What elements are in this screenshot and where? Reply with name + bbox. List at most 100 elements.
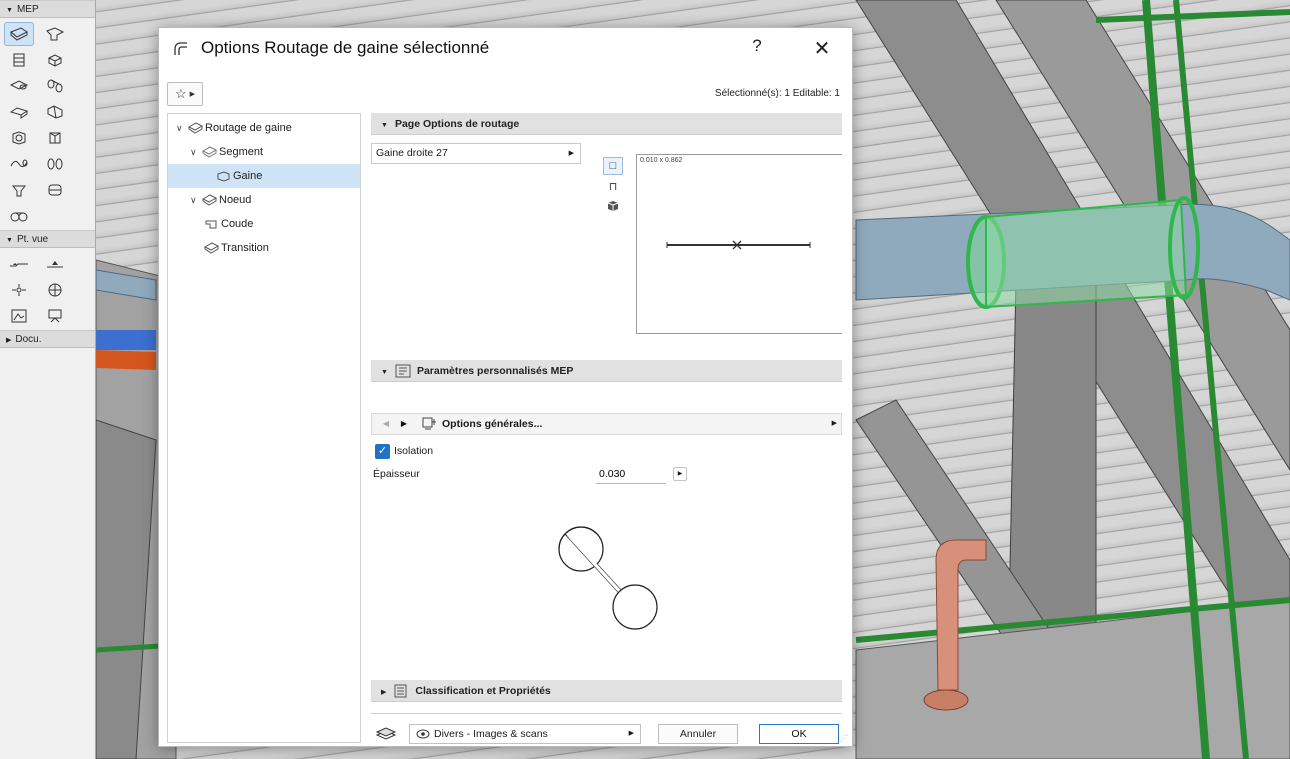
mep-parameters-icon <box>395 364 411 378</box>
ok-button[interactable]: OK <box>759 724 839 744</box>
toolbox-section-viewpoint[interactable]: ▼ Pt. vue <box>0 230 95 248</box>
dialog-title: Options Routage de gaine sélectionné <box>201 38 490 57</box>
worksheet-icon[interactable] <box>40 278 70 302</box>
toolbox-section-label: MEP <box>16 4 39 15</box>
tree-item-coude[interactable]: Coude <box>168 212 360 236</box>
isolation-label: Isolation <box>394 445 434 457</box>
eye-icon <box>416 729 430 739</box>
toolbox-section-documentation[interactable]: ▶ Docu. <box>0 330 95 348</box>
thickness-label: Épaisseur <box>373 468 420 480</box>
previous-page-button[interactable]: ◀ <box>378 416 394 432</box>
isolation-checkbox[interactable]: ✓ <box>375 443 390 459</box>
toolbox-section-mep[interactable]: ▼ MEP <box>0 0 95 18</box>
dialog-titlebar[interactable]: Options Routage de gaine sélectionné ? ✕ <box>159 28 852 70</box>
elbow-icon <box>204 212 221 236</box>
duct-segment-icon[interactable] <box>4 22 34 46</box>
tank-icon[interactable] <box>40 178 70 202</box>
footer-divider <box>371 713 842 714</box>
duct-icon <box>216 164 233 188</box>
pipe-bend-icon[interactable] <box>40 74 70 98</box>
chevron-right-icon: ▶ <box>189 91 196 98</box>
section-classification[interactable]: ▶ Classification et Propriétés <box>371 680 842 702</box>
layer-value: Divers - Images & scans <box>434 728 548 740</box>
view-tools-grid <box>0 248 95 330</box>
page-select[interactable]: Options générales... <box>422 415 542 433</box>
segment-icon <box>201 140 219 164</box>
layer-icon <box>375 727 397 740</box>
classification-icon <box>394 684 407 698</box>
tree-item-label: Gaine <box>233 170 263 182</box>
duct-terminal-icon[interactable] <box>4 48 34 72</box>
resize-grip[interactable]: ⋰ <box>840 734 850 744</box>
options-page-icon <box>422 417 436 430</box>
tree-item-duct-routing[interactable]: ∨ Routage de gaine <box>168 116 360 140</box>
interior-elevation-icon[interactable] <box>4 278 34 302</box>
chevron-down-icon: ∨ <box>176 123 183 133</box>
tree-item-label: Noeud <box>219 194 252 206</box>
selection-info: Sélectionné(s): 1 Editable: 1 <box>714 88 840 99</box>
chevron-down-icon: ∨ <box>190 195 197 205</box>
tree-item-gaine[interactable]: Gaine <box>168 164 360 188</box>
tree-item-transition[interactable]: Transition <box>168 236 360 260</box>
layer-select[interactable]: Divers - Images & scans ▶ <box>409 724 641 744</box>
chevron-right-icon: ▶ <box>628 730 634 737</box>
toolbox-palette: ▼ MEP ▼ Pt. vue ▶ Docu. <box>0 0 96 759</box>
close-button[interactable]: ✕ <box>811 36 833 60</box>
settings-tree: ∨ Routage de gaine ∨ Segment Gaine ∨ Noeud … <box>167 113 361 743</box>
elevation-icon[interactable] <box>40 252 70 276</box>
section-mep-parameters[interactable]: ▼ Paramètres personnalisés MEP <box>371 360 842 382</box>
section-routing-options[interactable]: ▼ Page Options de routage <box>371 113 842 135</box>
tree-item-segment[interactable]: ∨ Segment <box>168 140 360 164</box>
next-page-button[interactable]: ▶ <box>396 416 412 432</box>
fitting-icon[interactable] <box>40 126 70 150</box>
duct-fitting-icon[interactable] <box>40 48 70 72</box>
star-icon: ☆ <box>174 86 187 101</box>
plan-view-button[interactable]: □ <box>603 157 623 175</box>
valve-icon[interactable] <box>4 178 34 202</box>
section-view-button[interactable]: ⊓ <box>603 177 623 195</box>
page-navigator: ◀ ▶ Options générales... ▶ <box>371 413 842 435</box>
duct-bend-icon[interactable] <box>40 22 70 46</box>
isolation-row[interactable]: ✓ Isolation <box>375 442 433 460</box>
profile-select[interactable]: Gaine droite 27 ▶ <box>371 143 581 164</box>
duct-transition-icon[interactable] <box>40 100 70 124</box>
settings-dialog: Options Routage de gaine sélectionné ? ✕… <box>158 27 853 747</box>
page-label: Options générales... <box>442 418 543 430</box>
routing-icon[interactable] <box>4 204 34 228</box>
chevron-right-icon: ▶ <box>568 150 574 157</box>
settings-pane: ▼ Page Options de routage Gaine droite 27… <box>371 113 842 744</box>
favorites-button[interactable]: ☆ ▶ <box>167 82 203 106</box>
collapse-triangle-icon: ▼ <box>381 369 388 376</box>
detail-icon[interactable] <box>4 304 34 328</box>
tree-item-label: Routage de gaine <box>205 122 292 134</box>
chevron-right-icon[interactable]: ▶ <box>832 415 837 433</box>
mep-tools-grid <box>0 18 95 230</box>
insulation-preview-image <box>558 526 658 630</box>
section-icon[interactable] <box>4 252 34 276</box>
tree-item-label: Segment <box>219 146 264 158</box>
pipe-flexible-icon[interactable] <box>4 152 34 176</box>
help-button[interactable]: ? <box>747 36 767 60</box>
tree-item-label: Coude <box>221 218 254 230</box>
chevron-down-icon: ∨ <box>190 147 197 157</box>
section-title: Page Options de routage <box>394 118 520 130</box>
tree-item-label: Transition <box>221 242 269 254</box>
section-title: Paramètres personnalisés MEP <box>416 365 574 377</box>
profile-value: Gaine droite 27 <box>376 147 448 159</box>
section-shape-icon: ⊓ <box>608 180 618 193</box>
3d-view-button[interactable] <box>603 197 623 215</box>
duct-routing-icon <box>187 116 205 140</box>
collapse-triangle-icon: ▼ <box>381 122 388 129</box>
tree-item-noeud[interactable]: ∨ Noeud <box>168 188 360 212</box>
preview-drawing <box>666 240 811 250</box>
thickness-input[interactable] <box>596 465 666 484</box>
equipment-icon[interactable] <box>4 126 34 150</box>
pipe-transition-icon[interactable] <box>40 152 70 176</box>
pipe-segment-icon[interactable] <box>4 74 34 98</box>
section-title: Classification et Propriétés <box>415 685 551 697</box>
toolbox-section-label: Pt. vue <box>16 234 49 245</box>
thickness-options-button[interactable]: ▶ <box>673 467 687 481</box>
cancel-button[interactable]: Annuler <box>658 724 738 744</box>
duct-elbow-icon[interactable] <box>4 100 34 124</box>
camera-icon[interactable] <box>40 304 70 328</box>
